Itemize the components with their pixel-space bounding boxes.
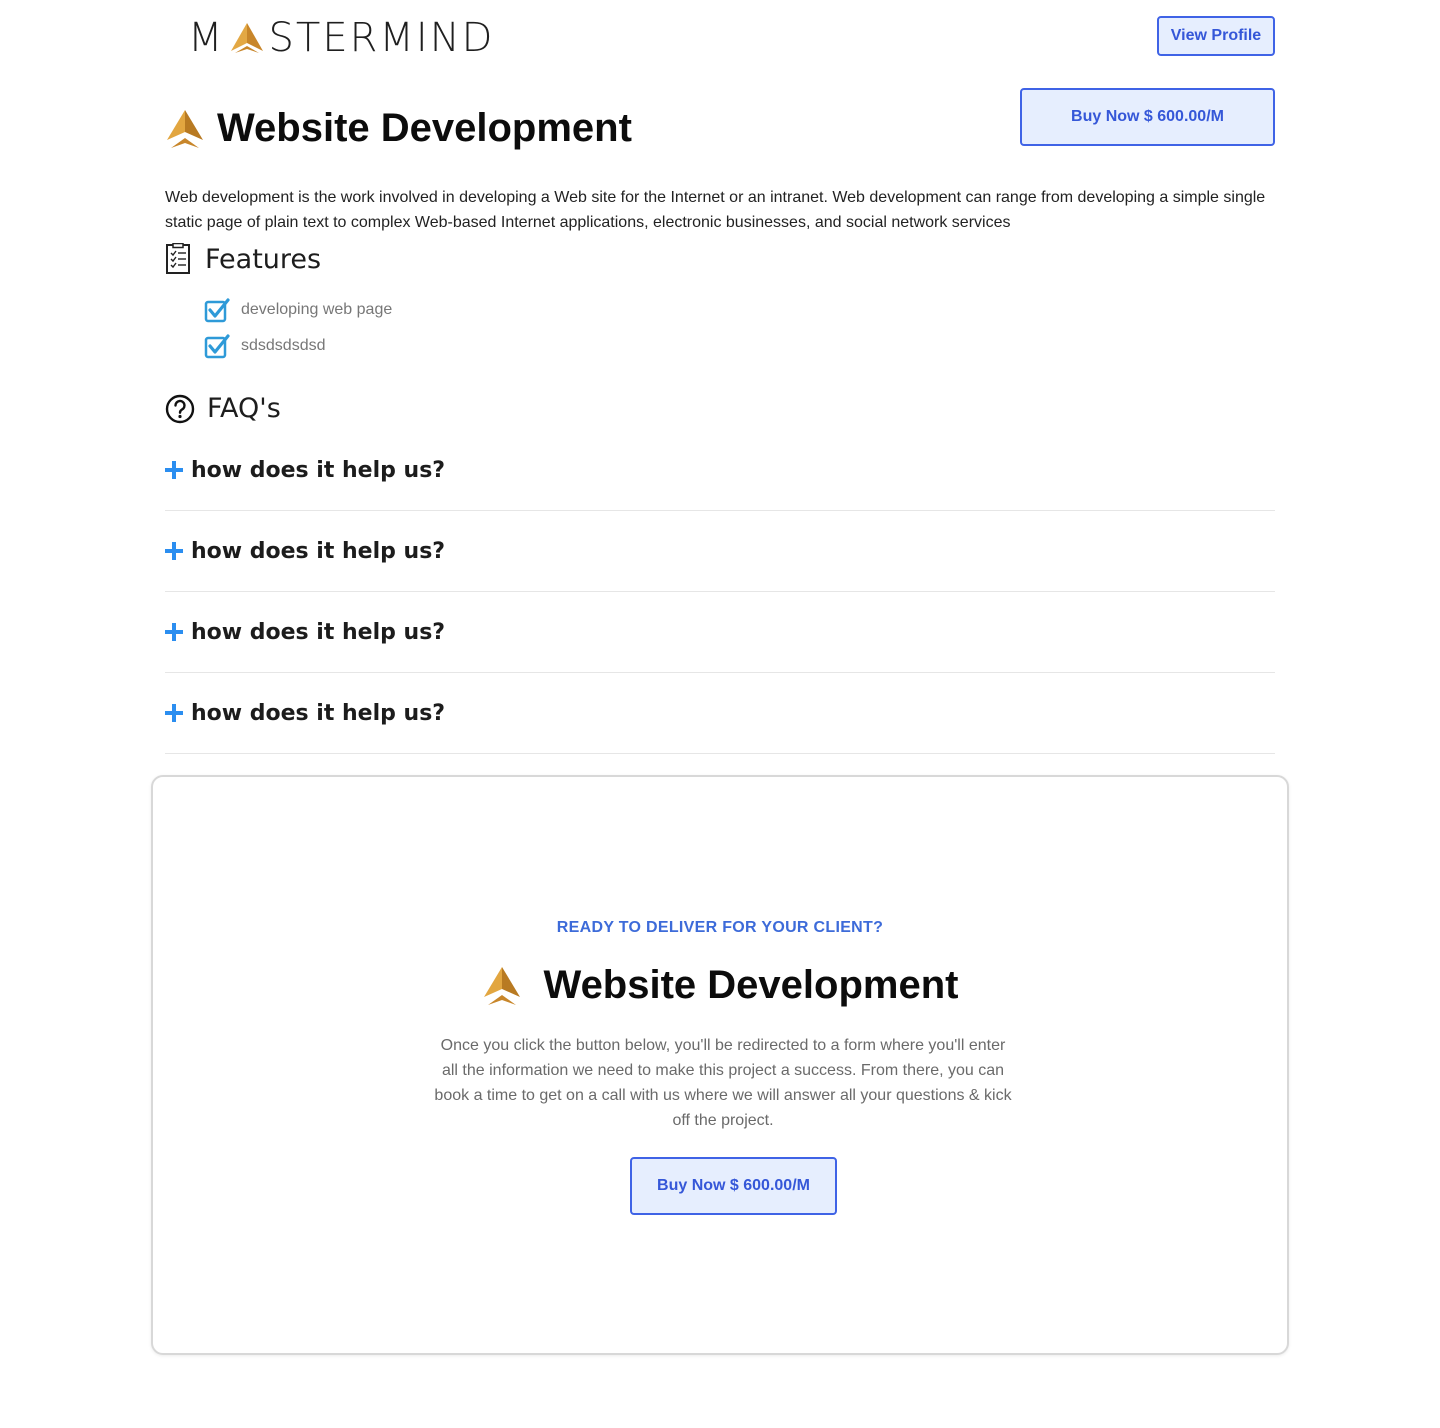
logo-text-left: M (188, 15, 225, 61)
mastermind-arrow-icon (167, 109, 203, 148)
cta-title: Website Development (543, 963, 959, 1007)
feature-item-label: developing web page (241, 301, 393, 318)
checkbox-checked-icon (204, 334, 230, 359)
service-description: Web development is the work involved in … (165, 189, 1266, 231)
faq-list: how does it help us? how does it help us… (165, 430, 1275, 754)
service-title-row: Website Development (165, 106, 632, 151)
mastermind-arrow-icon (483, 966, 520, 1005)
faq-question[interactable]: how does it help us? (191, 701, 445, 726)
logo-wordmark: M STERMIND (188, 18, 494, 58)
feature-item: sdsdsdsdsd (204, 328, 392, 364)
features-heading: Features (205, 243, 322, 275)
feature-item: developing web page (204, 292, 392, 328)
feature-list: developing web page sdsdsdsdsd (204, 292, 392, 364)
faq-item[interactable]: how does it help us? (165, 673, 1275, 754)
question-circle-icon (165, 394, 195, 423)
faq-item[interactable]: how does it help us? (165, 511, 1275, 592)
logo-text-right: STERMIND (268, 15, 495, 61)
faq-heading-row: FAQ's (165, 393, 281, 424)
mastermind-logo[interactable]: M STERMIND (188, 18, 494, 58)
features-heading-row: Features (165, 243, 321, 275)
faq-item[interactable]: how does it help us? (165, 430, 1275, 511)
plus-icon[interactable] (165, 461, 183, 479)
checklist-icon (166, 243, 190, 274)
checkbox-checked-icon (204, 298, 230, 323)
plus-icon[interactable] (165, 623, 183, 641)
faq-question[interactable]: how does it help us? (191, 620, 445, 645)
cta-title-row: Website Development (153, 963, 1287, 1008)
faq-item[interactable]: how does it help us? (165, 592, 1275, 673)
cta-card: READY TO DELIVER FOR YOUR CLIENT? Websit… (151, 775, 1289, 1355)
plus-icon[interactable] (165, 704, 183, 722)
view-profile-button[interactable]: View Profile (1157, 16, 1275, 56)
feature-item-label: sdsdsdsdsd (241, 337, 326, 354)
logo-a-arrow-icon (230, 23, 263, 53)
cta-eyebrow: READY TO DELIVER FOR YOUR CLIENT? (556, 919, 884, 936)
faq-question[interactable]: how does it help us? (191, 458, 445, 483)
plus-icon[interactable] (165, 542, 183, 560)
faq-heading: FAQ's (207, 393, 281, 424)
buy-now-button[interactable]: Buy Now $ 600.00/M (1020, 88, 1275, 146)
faq-question[interactable]: how does it help us? (191, 539, 445, 564)
cta-text: Once you click the button below, you'll … (434, 1037, 1012, 1129)
page-title: Website Development (217, 106, 632, 150)
cta-buy-now-button[interactable]: Buy Now $ 600.00/M (630, 1157, 837, 1215)
